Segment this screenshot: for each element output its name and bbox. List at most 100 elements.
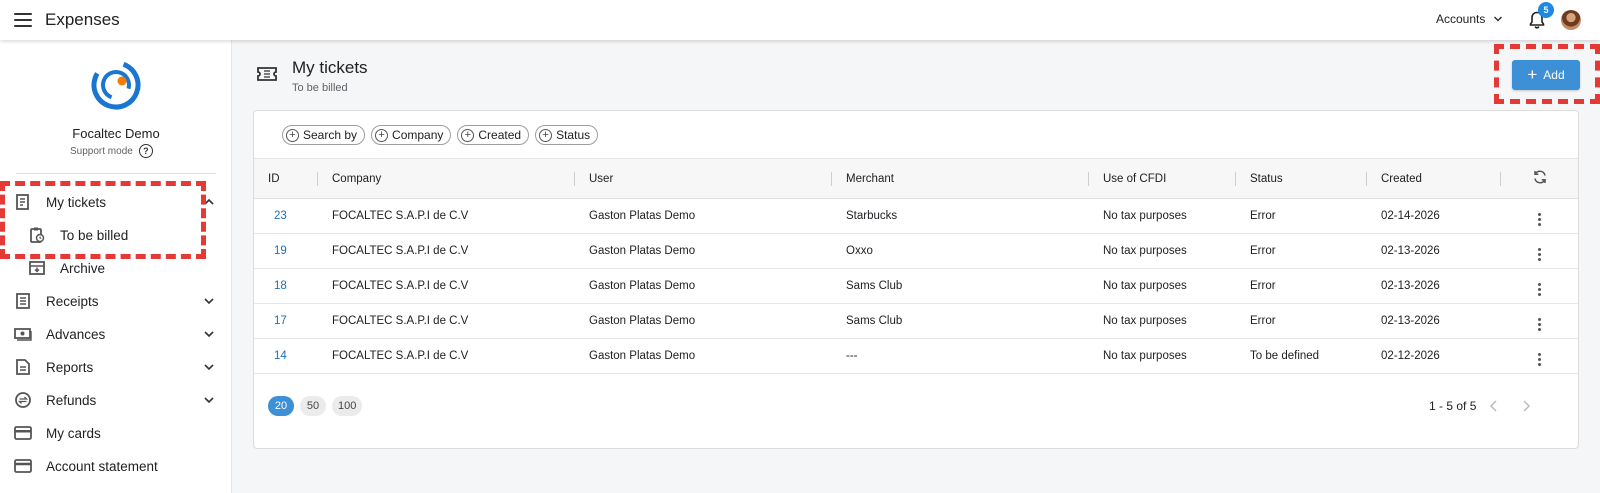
cell-company: FOCALTEC S.A.P.I de C.V bbox=[332, 210, 469, 222]
ticket-id-link[interactable]: 19 bbox=[254, 234, 318, 269]
add-button-label: Add bbox=[1543, 68, 1565, 82]
ticket-id-link[interactable]: 14 bbox=[254, 339, 318, 374]
cell-company: FOCALTEC S.A.P.I de C.V bbox=[332, 315, 469, 327]
table-row[interactable]: 19 FOCALTEC S.A.P.I de C.V Gaston Platas… bbox=[254, 234, 1578, 269]
column-header-merchant[interactable]: Merchant bbox=[832, 159, 1089, 199]
archive-icon bbox=[29, 261, 45, 275]
more-vert-icon bbox=[1538, 352, 1541, 366]
receipt-icon bbox=[16, 194, 29, 210]
page-size-option-100[interactable]: 100 bbox=[332, 396, 363, 416]
refund-icon bbox=[15, 392, 31, 408]
add-circle-icon: + bbox=[375, 128, 389, 142]
sidebar-item-label: Receipts bbox=[46, 293, 99, 309]
sidebar-item-my-cards[interactable]: My cards bbox=[0, 418, 232, 448]
filter-bar: + Search by + Company + Created + Status bbox=[282, 125, 599, 145]
sidebar-item-reports[interactable]: Reports bbox=[0, 352, 232, 382]
page-size-option-20[interactable]: 20 bbox=[268, 396, 294, 416]
more-vert-icon bbox=[1538, 282, 1541, 296]
column-header-use-of-cfdi[interactable]: Use of CFDI bbox=[1089, 159, 1236, 199]
sidebar-item-label: Refunds bbox=[46, 392, 97, 408]
more-vert-icon bbox=[1538, 247, 1541, 261]
column-header-company[interactable]: Company bbox=[318, 159, 575, 199]
ticket-id-link[interactable]: 18 bbox=[254, 269, 318, 304]
chevron-up-icon bbox=[204, 198, 214, 205]
plus-icon: + bbox=[1527, 65, 1538, 84]
sidebar-item-my-tickets[interactable]: My tickets bbox=[0, 187, 232, 217]
filter-chip-search-by[interactable]: + Search by bbox=[282, 125, 366, 145]
cell-company: FOCALTEC S.A.P.I de C.V bbox=[332, 280, 469, 292]
sidebar-item-account-statement[interactable]: Account statement bbox=[0, 451, 232, 481]
help-icon[interactable]: ? bbox=[138, 144, 153, 158]
cell-user: Gaston Platas Demo bbox=[589, 280, 696, 292]
cell-status: Error bbox=[1250, 280, 1276, 292]
org-name: Focaltec Demo bbox=[72, 126, 160, 141]
table-row[interactable]: 23 FOCALTEC S.A.P.I de C.V Gaston Platas… bbox=[254, 199, 1578, 234]
filter-chip-status[interactable]: + Status bbox=[535, 125, 599, 145]
filter-chip-label: Status bbox=[556, 128, 591, 142]
top-bar: Expenses Accounts 5 bbox=[0, 0, 1600, 40]
refresh-icon bbox=[1533, 170, 1546, 184]
filter-chip-label: Search by bbox=[303, 128, 358, 142]
clipboard-clock-icon bbox=[30, 227, 45, 243]
sidebar-item-label: Reports bbox=[46, 359, 94, 375]
cash-icon bbox=[14, 328, 32, 341]
row-menu-button[interactable] bbox=[1501, 339, 1578, 374]
sidebar-item-refunds[interactable]: Refunds bbox=[0, 385, 232, 415]
refresh-button[interactable] bbox=[1501, 159, 1578, 199]
report-icon bbox=[16, 359, 30, 375]
column-header-status[interactable]: Status bbox=[1236, 159, 1367, 199]
cell-use-of-cfdi: No tax purposes bbox=[1103, 280, 1187, 292]
column-header-id[interactable]: ID bbox=[254, 159, 318, 199]
filter-chip-created[interactable]: + Created bbox=[457, 125, 530, 145]
accounts-dropdown[interactable]: Accounts bbox=[1436, 12, 1503, 26]
sidebar-item-advances[interactable]: Advances bbox=[0, 319, 232, 349]
sidebar-item-to-be-billed[interactable]: To be billed bbox=[0, 220, 232, 250]
row-menu-button[interactable] bbox=[1501, 269, 1578, 304]
table-header-row: ID Company User Merchant Use of CFDI Sta… bbox=[254, 158, 1578, 199]
page-size-selector: 20 50 100 bbox=[268, 396, 363, 416]
add-button[interactable]: + Add bbox=[1512, 60, 1580, 90]
sidebar-item-receipts[interactable]: Receipts bbox=[0, 286, 232, 316]
filter-chip-company[interactable]: + Company bbox=[371, 125, 452, 145]
cell-user: Gaston Platas Demo bbox=[589, 245, 696, 257]
cell-company: FOCALTEC S.A.P.I de C.V bbox=[332, 350, 469, 362]
chevron-right-icon[interactable] bbox=[1519, 399, 1533, 413]
sidebar: Focaltec Demo Support mode ? My tickets … bbox=[0, 40, 232, 493]
row-menu-button[interactable] bbox=[1501, 199, 1578, 234]
column-header-created[interactable]: Created bbox=[1367, 159, 1501, 199]
cell-status: Error bbox=[1250, 210, 1276, 222]
menu-icon[interactable] bbox=[14, 13, 32, 27]
cell-status: To be defined bbox=[1250, 350, 1320, 362]
ticket-id-link[interactable]: 23 bbox=[254, 199, 318, 234]
page-subtitle: To be billed bbox=[292, 82, 348, 94]
chevron-down-icon bbox=[1494, 16, 1503, 22]
sidebar-divider bbox=[16, 173, 216, 174]
chevron-down-icon bbox=[204, 364, 214, 371]
avatar[interactable] bbox=[1561, 10, 1581, 30]
cell-merchant: Sams Club bbox=[846, 280, 903, 292]
table-row[interactable]: 18 FOCALTEC S.A.P.I de C.V Gaston Platas… bbox=[254, 269, 1578, 304]
table-row[interactable]: 17 FOCALTEC S.A.P.I de C.V Gaston Platas… bbox=[254, 304, 1578, 339]
cell-created: 02-13-2026 bbox=[1381, 245, 1440, 257]
ticket-icon bbox=[257, 67, 277, 81]
cell-user: Gaston Platas Demo bbox=[589, 315, 696, 327]
row-menu-button[interactable] bbox=[1501, 234, 1578, 269]
company-logo bbox=[91, 60, 141, 110]
cell-created: 02-12-2026 bbox=[1381, 350, 1440, 362]
add-circle-icon: + bbox=[461, 128, 475, 142]
table-row[interactable]: 14 FOCALTEC S.A.P.I de C.V Gaston Platas… bbox=[254, 339, 1578, 374]
ticket-id-link[interactable]: 17 bbox=[254, 304, 318, 339]
cell-status: Error bbox=[1250, 245, 1276, 257]
chevron-down-icon bbox=[204, 397, 214, 404]
statement-icon bbox=[14, 459, 32, 473]
sidebar-item-archive[interactable]: Archive bbox=[0, 253, 232, 283]
more-vert-icon bbox=[1538, 317, 1541, 331]
card-icon bbox=[14, 426, 32, 440]
support-mode-label: Support mode bbox=[70, 145, 133, 157]
column-header-user[interactable]: User bbox=[575, 159, 832, 199]
row-menu-button[interactable] bbox=[1501, 304, 1578, 339]
chevron-left-icon[interactable] bbox=[1487, 399, 1501, 413]
sidebar-item-label: Advances bbox=[46, 326, 106, 342]
sidebar-item-label: Account statement bbox=[46, 458, 158, 474]
page-size-option-50[interactable]: 50 bbox=[300, 396, 326, 416]
